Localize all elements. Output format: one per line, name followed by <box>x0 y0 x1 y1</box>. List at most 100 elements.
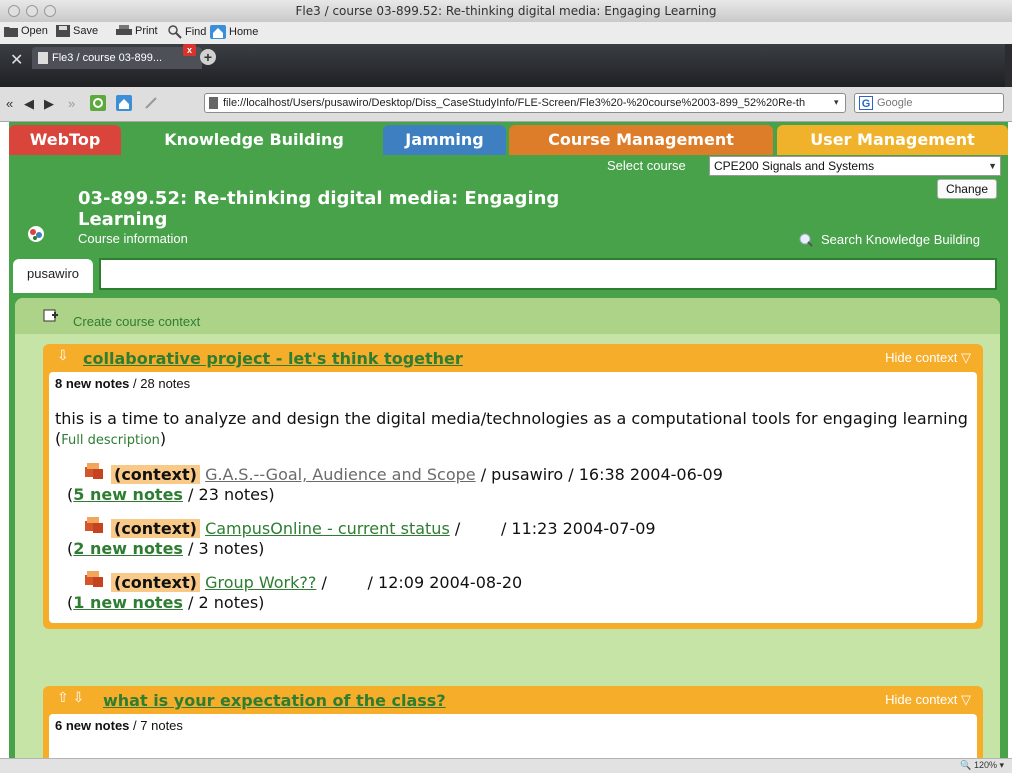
browser-tab[interactable]: Fle3 / course 03-899... x <box>32 44 202 69</box>
save-button[interactable]: Save <box>56 25 98 37</box>
context-header: ⇩ collaborative project - let's think to… <box>43 344 983 372</box>
knowledge-building-input[interactable] <box>99 258 997 290</box>
move-down-icon[interactable]: ⇩ <box>57 347 69 364</box>
new-notes-count: 6 new notes <box>55 718 130 733</box>
sub-total-notes: / 23 notes) <box>188 485 275 504</box>
zoom-level: 120% <box>973 760 997 770</box>
context-tag: (context) <box>111 519 200 538</box>
new-notes-link[interactable]: 1 new notes <box>73 593 183 612</box>
hide-context-label: Hide context <box>885 692 958 707</box>
url-dropdown-icon[interactable]: ▾ <box>834 97 839 108</box>
chevron-down-icon: ▼ <box>988 161 997 171</box>
move-up-down-icon[interactable]: ⇧ ⇩ <box>57 689 84 706</box>
notes-count: 6 new notes / 7 notes <box>55 718 971 733</box>
change-button[interactable]: Change <box>937 179 997 199</box>
description-text: this is a time to analyze and design the… <box>55 409 968 428</box>
hide-context-link[interactable]: Hide context ▽ <box>885 692 971 708</box>
sub-context-link[interactable]: Group Work?? <box>205 573 316 592</box>
chevron-down-icon: ▽ <box>961 692 971 707</box>
fle3-logo-icon <box>28 226 44 242</box>
tab-user-management[interactable]: User Management <box>777 125 1008 155</box>
browser-toolbar: Open Save Print Find Home <box>0 22 1012 45</box>
course-select-value: CPE200 Signals and Systems <box>714 159 875 173</box>
hide-context-label: Hide context <box>885 350 958 365</box>
save-icon <box>56 25 70 37</box>
total-notes-count: / 7 notes <box>133 718 183 733</box>
tab-course-management[interactable]: Course Management <box>509 125 773 155</box>
create-course-context-link[interactable]: Create course context <box>43 309 200 329</box>
reload-icon[interactable] <box>90 95 106 111</box>
user-tab[interactable]: pusawiro <box>13 259 93 293</box>
select-course-label: Select course <box>607 158 686 173</box>
course-title: 03-899.52: Re-thinking digital media: En… <box>78 188 560 230</box>
search-placeholder: Google <box>877 97 913 109</box>
tools-icon[interactable]: ✕ <box>10 50 23 70</box>
open-label: Open <box>21 25 48 37</box>
context-body: 6 new notes / 7 notes <box>49 714 977 758</box>
new-notes-count: 8 new notes <box>55 376 130 391</box>
tab-close-icon[interactable]: x <box>183 44 196 56</box>
sub-context-meta: / pusawiro / 16:38 2004-06-09 <box>480 465 723 484</box>
new-notes-link[interactable]: 5 new notes <box>73 485 183 504</box>
new-tab-icon[interactable]: + <box>200 49 216 65</box>
context-card: ⇧ ⇩ what is your expectation of the clas… <box>43 686 983 758</box>
rewind-icon[interactable]: « <box>6 96 13 111</box>
context-title[interactable]: what is your expectation of the class? <box>103 691 446 710</box>
chevron-down-icon: ▽ <box>961 350 971 365</box>
hide-context-link[interactable]: Hide context ▽ <box>885 350 971 366</box>
sub-context-link[interactable]: CampusOnline - current status <box>205 519 450 538</box>
search-link-label: Search Knowledge Building <box>821 232 980 247</box>
sub-total-notes: / 3 notes) <box>188 539 265 558</box>
navigation-bar: « ◀ ▶ » file://localhost/Users/pusawiro/… <box>0 87 1012 122</box>
context-body: 8 new notes / 28 notes this is a time to… <box>49 372 977 623</box>
print-button[interactable]: Print <box>116 25 158 37</box>
address-bar[interactable]: file://localhost/Users/pusawiro/Desktop/… <box>204 93 846 113</box>
sub-context-item: (context) CampusOnline - current status … <box>55 517 971 559</box>
status-bar: 🔍 120% ▾ <box>0 758 1012 773</box>
google-icon: G <box>859 96 873 110</box>
full-description-link[interactable]: Full description <box>61 433 160 448</box>
sub-context-meta: / / 11:23 2004-07-09 <box>454 519 656 538</box>
search-box[interactable]: G Google <box>854 93 1004 113</box>
find-label: Find <box>185 26 207 38</box>
tab-knowledge-building[interactable]: Knowledge Building <box>127 125 381 155</box>
home-icon <box>210 25 226 39</box>
sub-context-link[interactable]: G.A.S.--Goal, Audience and Scope <box>205 465 476 484</box>
tabbar-scroll[interactable] <box>1005 44 1012 87</box>
zoom-control[interactable]: 🔍 120% ▾ <box>960 760 1004 771</box>
context-tag: (context) <box>111 573 200 592</box>
open-button[interactable]: Open <box>4 25 48 37</box>
sub-context-meta: / / 12:09 2004-08-20 <box>321 573 523 592</box>
search-icon <box>799 233 813 247</box>
context-folder-icon <box>85 517 103 533</box>
browser-tab-label: Fle3 / course 03-899... <box>52 52 163 64</box>
fle3-app: WebTop Knowledge Building Jamming Course… <box>9 122 1008 758</box>
page-file-icon <box>209 97 218 109</box>
back-icon[interactable]: ◀ <box>24 96 34 112</box>
new-notes-link[interactable]: 2 new notes <box>73 539 183 558</box>
bookmark-icon[interactable] <box>144 97 158 109</box>
magnifier-icon <box>168 25 182 39</box>
create-context-label: Create course context <box>73 314 201 329</box>
print-label: Print <box>135 25 158 37</box>
home-button[interactable]: Home <box>210 25 258 39</box>
search-knowledge-building-link[interactable]: Search Knowledge Building <box>799 232 980 247</box>
find-button[interactable]: Find <box>168 25 206 39</box>
tab-webtop[interactable]: WebTop <box>9 125 121 155</box>
tab-jamming[interactable]: Jamming <box>383 125 506 155</box>
folder-icon <box>4 27 18 37</box>
context-header: ⇧ ⇩ what is your expectation of the clas… <box>43 686 983 714</box>
home-nav-icon[interactable] <box>116 95 132 111</box>
fastforward-icon[interactable]: » <box>68 96 75 111</box>
total-notes-count: / 28 notes <box>133 376 191 391</box>
window-title: Fle3 / course 03-899.52: Re-thinking dig… <box>295 4 717 18</box>
forward-icon[interactable]: ▶ <box>44 96 54 112</box>
context-title[interactable]: collaborative project - let's think toge… <box>83 349 463 368</box>
page-icon <box>38 52 48 64</box>
context-tag: (context) <box>111 465 200 484</box>
sub-context-item: (context) G.A.S.--Goal, Audience and Sco… <box>55 463 971 505</box>
course-select[interactable]: CPE200 Signals and Systems ▼ <box>709 156 1001 176</box>
home-label: Home <box>229 26 259 38</box>
course-information-link[interactable]: Course information <box>78 231 188 246</box>
context-description: this is a time to analyze and design the… <box>55 409 968 448</box>
